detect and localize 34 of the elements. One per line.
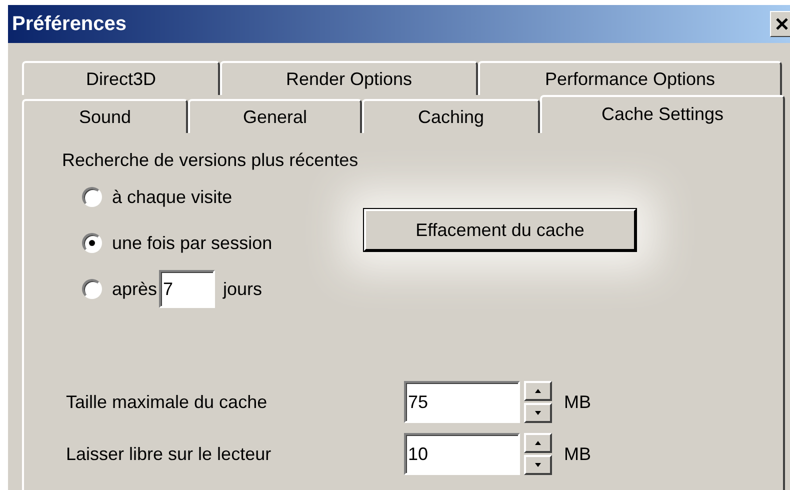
number-field[interactable]: 10 [404, 433, 520, 475]
arrow-down-icon [535, 463, 541, 467]
spin-up-button[interactable] [524, 433, 552, 453]
spin-down-button[interactable] [524, 403, 552, 423]
tab[interactable]: Direct3D [22, 61, 220, 95]
tab[interactable]: General [188, 99, 362, 133]
window-title: Préférences [12, 12, 127, 37]
tab[interactable]: Sound [22, 99, 188, 133]
tab[interactable]: Caching [362, 99, 540, 133]
field-label: Laisser libre sur le lecteur [66, 442, 272, 466]
spin-up-button[interactable] [524, 381, 552, 401]
tab[interactable]: Cache Settings [540, 95, 785, 133]
radio-button[interactable] [82, 187, 102, 207]
unit-label: MB [564, 442, 591, 466]
close-icon [774, 17, 788, 31]
tab[interactable]: Performance Options [478, 61, 782, 95]
days-field[interactable]: 7 [159, 270, 216, 308]
group-label: Recherche de versions plus récentes [62, 149, 360, 172]
spin-down-button[interactable] [524, 455, 552, 475]
radio-button[interactable] [82, 233, 102, 253]
close-button[interactable] [770, 11, 790, 37]
radio-label[interactable]: une fois par session [112, 230, 272, 256]
unit-label: MB [564, 390, 591, 414]
arrow-down-icon [535, 411, 541, 415]
arrow-up-icon [535, 441, 541, 445]
field-label: Taille maximale du cache [66, 390, 268, 414]
radio-label[interactable]: à chaque visite [112, 184, 232, 210]
unit-label: jours [223, 278, 262, 301]
clear-cache-button[interactable]: Effacement du cache [364, 209, 636, 251]
arrow-up-icon [535, 389, 541, 393]
tab[interactable]: Render Options [220, 61, 478, 95]
number-field[interactable]: 75 [404, 381, 520, 423]
radio-label: après [112, 278, 158, 301]
radio-button[interactable] [82, 279, 102, 299]
